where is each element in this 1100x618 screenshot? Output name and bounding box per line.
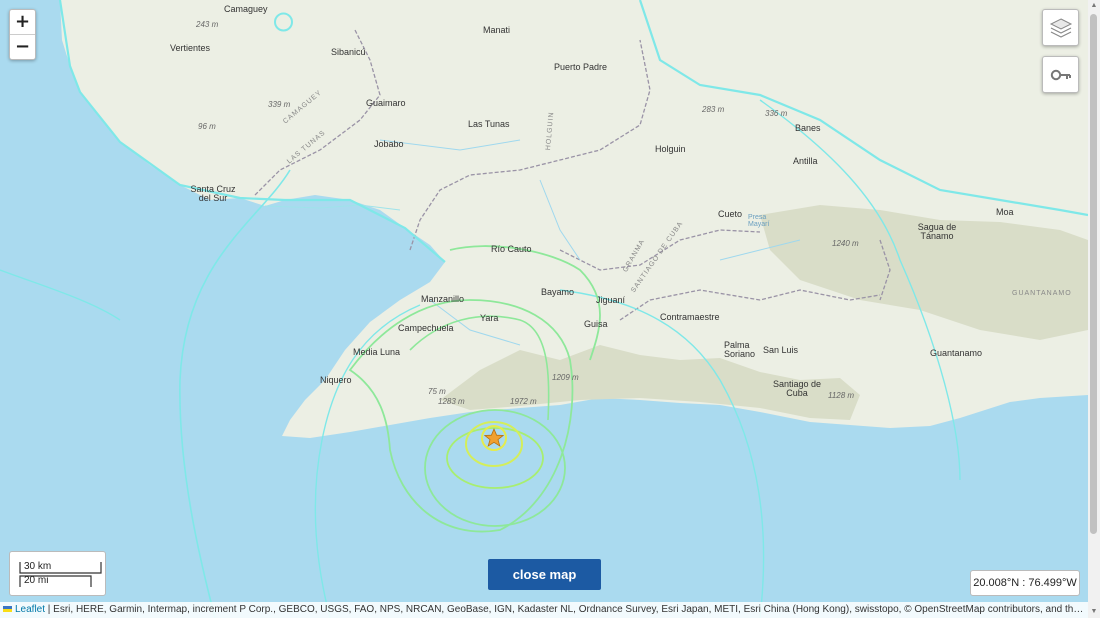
city-label: Sibanicú	[331, 47, 366, 57]
layers-button[interactable]	[1042, 9, 1079, 46]
city-label: Manzanillo	[421, 294, 465, 304]
city-label: Yara	[480, 313, 499, 323]
elevation-label: 1283 m	[438, 397, 465, 406]
city-label: San Luis	[763, 345, 799, 355]
city-label: Puerto Padre	[554, 62, 608, 72]
city-label: Bayamo	[541, 287, 575, 297]
legend-button[interactable]	[1042, 56, 1079, 93]
city-label: Niquero	[320, 375, 352, 385]
city-label: Río Cauto	[491, 244, 532, 254]
elevation-label: 339 m	[268, 100, 291, 109]
city-label: Manati	[483, 25, 511, 35]
elevation-label: 283 m	[702, 105, 725, 114]
key-icon	[1050, 69, 1071, 80]
layers-icon	[1049, 17, 1072, 38]
city-label: Guantanamo	[930, 348, 983, 358]
city-label: Media Luna	[353, 347, 401, 357]
scale-bar: 30 km 20 mi	[9, 551, 106, 596]
epicenter-star[interactable]	[484, 428, 504, 448]
scroll-up-arrow[interactable]: ▲	[1088, 0, 1100, 12]
elevation-label: 1972 m	[510, 397, 537, 406]
city-label: Sagua de Tánamo	[917, 222, 957, 241]
elevation-label: 96 m	[198, 122, 216, 131]
scroll-down-arrow[interactable]: ▼	[1088, 606, 1100, 618]
attribution-bar: Leaflet | Esri, HERE, Garmin, Intermap, …	[0, 602, 1088, 618]
elevation-label: 1240 m	[832, 239, 859, 248]
elevation-label: 75 m	[428, 387, 446, 396]
leaflet-link[interactable]: Leaflet	[15, 604, 45, 615]
elevation-label: 243 m	[196, 20, 219, 29]
city-label: Contramaestre	[660, 312, 720, 322]
city-label: Jiguaní	[596, 295, 626, 305]
attribution-text: | Esri, HERE, Garmin, Intermap, incremen…	[45, 604, 1088, 615]
scrollbar-thumb[interactable]	[1090, 14, 1097, 534]
city-label: Santiago de Cuba	[772, 379, 822, 398]
city-label: Santa Cruz del Sur	[190, 184, 236, 203]
elevation-label: 1128 m	[828, 391, 855, 400]
city-label: Holguin	[655, 144, 686, 154]
zoom-control: + −	[9, 9, 36, 60]
city-label: Palma Soriano	[724, 340, 756, 359]
city-label: Banes	[795, 123, 821, 133]
city-label: Camaguey	[224, 4, 268, 14]
zoom-out-button[interactable]: −	[10, 34, 35, 59]
province-label: GUANTANAMO	[1012, 290, 1072, 297]
zoom-in-button[interactable]: +	[10, 10, 35, 34]
city-label: Jobabo	[374, 139, 404, 149]
city-label: Las Tunas	[468, 119, 510, 129]
map-view[interactable]: Camaguey Manati Vertientes Sibanicú Puerto P…	[0, 0, 1088, 618]
elevation-label: 1209 m	[552, 373, 579, 382]
city-label: Moa	[996, 207, 1014, 217]
city-label: Campechuela	[398, 323, 454, 333]
scale-km: 30 km	[24, 561, 52, 572]
city-label: Guaimaro	[366, 98, 406, 108]
city-label: Cueto	[718, 209, 743, 219]
elevation-label: 336 m	[765, 109, 788, 118]
close-map-button[interactable]: close map	[488, 559, 601, 590]
city-label: Antilla	[793, 156, 818, 166]
city-label: Guisa	[584, 319, 608, 329]
scale-mi: 20 mi	[24, 575, 49, 586]
coordinates-readout: 20.008°N : 76.499°W	[970, 570, 1080, 596]
city-label: Presa Mayarí	[748, 214, 770, 228]
city-label: Vertientes	[170, 43, 211, 53]
page-scrollbar[interactable]: ▲ ▼	[1088, 0, 1100, 618]
ukraine-flag-icon	[3, 606, 12, 613]
basemap	[0, 0, 1088, 618]
